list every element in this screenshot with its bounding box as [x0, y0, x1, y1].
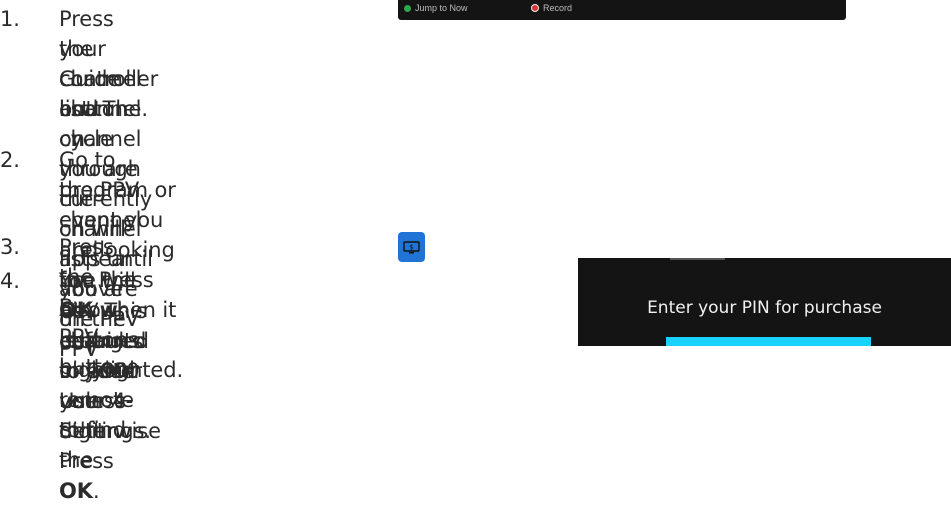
buy-ppv-icon: $ [398, 232, 425, 262]
jump-to-now-label: Jump to Now [415, 3, 468, 13]
step-text-line: changed in your User Settings. Press OK. [59, 326, 151, 506]
step-text: changed in your User Settings. Press [59, 329, 151, 473]
pin-input-field [666, 337, 871, 346]
pin-dialog-screenshot: Enter your PIN for purchase [578, 258, 951, 346]
monitor-dollar-icon: $ [403, 240, 420, 253]
step-number: 4. [0, 269, 20, 293]
jump-to-now-legend: Jump to Now [404, 3, 468, 13]
step-number: 1. [0, 7, 20, 31]
step-text: . [92, 479, 100, 503]
ok-key-label: OK [59, 479, 93, 503]
guide-screenshot-strip: Jump to Now Record [398, 0, 846, 20]
divider [670, 258, 725, 260]
record-label: Record [543, 3, 573, 13]
svg-text:$: $ [409, 243, 413, 251]
red-dot-icon [531, 4, 539, 12]
pin-dialog-title: Enter your PIN for purchase [647, 298, 882, 318]
step-number: 2. [0, 148, 20, 172]
step-text: channel. [59, 97, 148, 121]
step-number: 3. [0, 235, 20, 259]
green-dot-icon [404, 4, 411, 12]
record-legend: Record [531, 3, 572, 13]
